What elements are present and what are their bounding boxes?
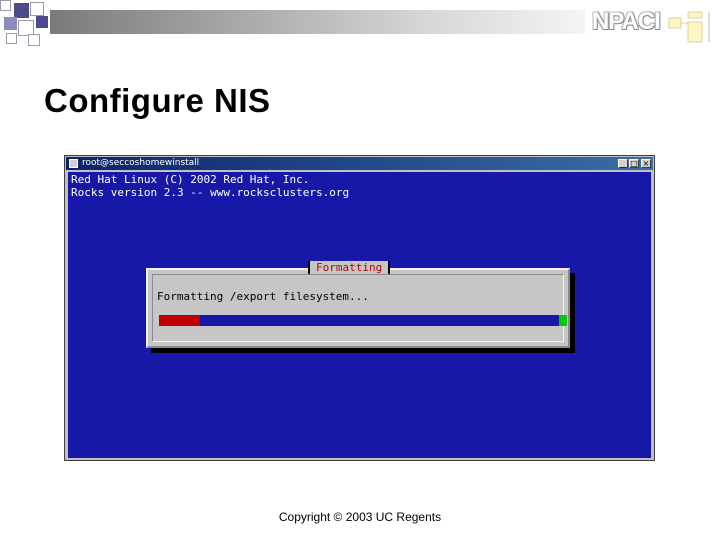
progress-fill bbox=[159, 315, 200, 326]
decor-square bbox=[36, 16, 48, 28]
hint-separator: | bbox=[323, 462, 331, 475]
copyright-text: Copyright © 2003 UC Regents bbox=[278, 510, 442, 524]
progress-bar bbox=[159, 315, 567, 326]
hint-separator: | bbox=[477, 462, 485, 475]
top-decoration: NPACI bbox=[0, 0, 720, 48]
dialog-frame bbox=[152, 274, 564, 342]
key-hints: <Tab>/<Alt-Tab> between elements | <Space>… bbox=[88, 462, 645, 475]
terminal-screen[interactable]: Red Hat Linux (C) 2002 Red Hat, Inc. Roc… bbox=[68, 172, 651, 475]
decor-square bbox=[0, 0, 11, 11]
maximize-button[interactable]: □ bbox=[629, 159, 639, 168]
hint-f12: <F12> next screen bbox=[508, 462, 622, 475]
decor-square bbox=[4, 17, 17, 30]
terminal-line: Red Hat Linux (C) 2002 Red Hat, Inc. bbox=[71, 173, 310, 186]
terminal-window[interactable]: root@seccoshomewinstall _ □ × Red Hat Li… bbox=[64, 155, 655, 475]
terminal-line: Rocks version 2.3 -- www.rocksclusters.o… bbox=[71, 186, 350, 199]
formatting-dialog: Formatting Formatting /export filesystem… bbox=[146, 261, 570, 348]
mini-diagram-icon bbox=[668, 11, 710, 43]
progress-endcap bbox=[559, 315, 567, 326]
minimize-button[interactable]: _ bbox=[618, 159, 628, 168]
dialog-title: Formatting bbox=[308, 261, 391, 274]
decor-square bbox=[30, 2, 44, 16]
npaci-logo: NPACI bbox=[592, 8, 661, 35]
terminal-icon bbox=[69, 159, 78, 168]
hint-space: <Space> selects bbox=[354, 462, 454, 475]
close-button[interactable]: × bbox=[641, 159, 651, 168]
dialog-message: Formatting /export filesystem... bbox=[157, 290, 369, 303]
window-titlebar[interactable]: root@seccoshomewinstall _ □ × bbox=[66, 157, 653, 170]
hint-tab: <Tab>/<Alt-Tab> between elements bbox=[88, 462, 300, 475]
gradient-bar bbox=[50, 10, 585, 34]
slide-title: Configure NIS bbox=[44, 82, 271, 119]
window-title: root@seccoshomewinstall bbox=[82, 158, 200, 168]
decor-square bbox=[28, 34, 40, 46]
decor-square bbox=[6, 33, 17, 44]
decor-square bbox=[14, 3, 29, 18]
